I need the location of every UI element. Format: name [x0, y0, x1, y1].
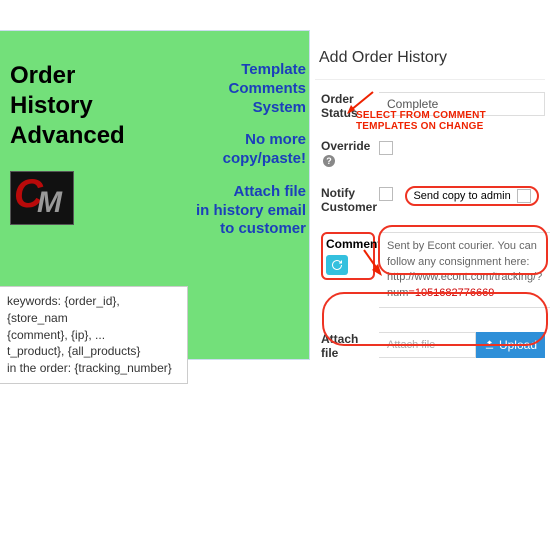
feature-line: No more [156, 131, 306, 150]
brand-logo: C M [10, 171, 74, 225]
notify-label: Notify Customer [321, 186, 379, 215]
annotation-comment-outline [378, 225, 548, 275]
promo-title-line: History [10, 91, 125, 121]
row-notify: Notify Customer Send copy to admin [315, 186, 545, 215]
promo-features: Template Comments System No more copy/pa… [156, 61, 306, 253]
override-label: Override? [321, 139, 379, 168]
keywords-line: keywords: {order_id}, {store_nam [7, 293, 179, 327]
promo-title-line: Order [10, 61, 125, 91]
override-checkbox[interactable] [379, 141, 393, 155]
comment-label: Comment [326, 237, 370, 251]
keywords-line: in the order: {tracking_number} [7, 360, 179, 377]
send-copy-checkbox[interactable] [517, 189, 531, 203]
notify-checkbox[interactable] [379, 187, 393, 201]
annotation-select-templates: SELECT FROM COMMENT TEMPLATES ON CHANGE [356, 110, 550, 132]
send-copy-label: Send copy to admin [413, 190, 510, 202]
feature-line: to customer [156, 220, 306, 239]
promo-title-line: Advanced [10, 121, 125, 151]
annotation-attach-outline [322, 292, 548, 346]
comment-label-group: Comment [321, 232, 375, 280]
feature-line: System [156, 99, 306, 118]
comment-template-button[interactable] [326, 255, 348, 275]
logo-letter: M [37, 186, 62, 220]
keywords-line: t_product}, {all_products} [7, 343, 179, 360]
send-copy-to-admin[interactable]: Send copy to admin [405, 186, 538, 206]
feature-line: in history email [156, 202, 306, 221]
feature-line: copy/paste! [156, 150, 306, 169]
form-heading: Add Order History [315, 45, 545, 80]
help-icon[interactable]: ? [323, 155, 335, 167]
feature-line: Comments [156, 80, 306, 99]
keywords-box: keywords: {order_id}, {store_nam {commen… [0, 286, 188, 384]
row-override: Override? [315, 139, 545, 168]
feature-line: Template [156, 61, 306, 80]
comment-template-icon [331, 259, 343, 271]
promo-title: Order History Advanced [10, 61, 125, 151]
promo-panel: Order History Advanced Template Comments… [0, 30, 310, 360]
keywords-line: {comment}, {ip}, ... [7, 327, 179, 344]
feature-line: Attach file [156, 183, 306, 202]
